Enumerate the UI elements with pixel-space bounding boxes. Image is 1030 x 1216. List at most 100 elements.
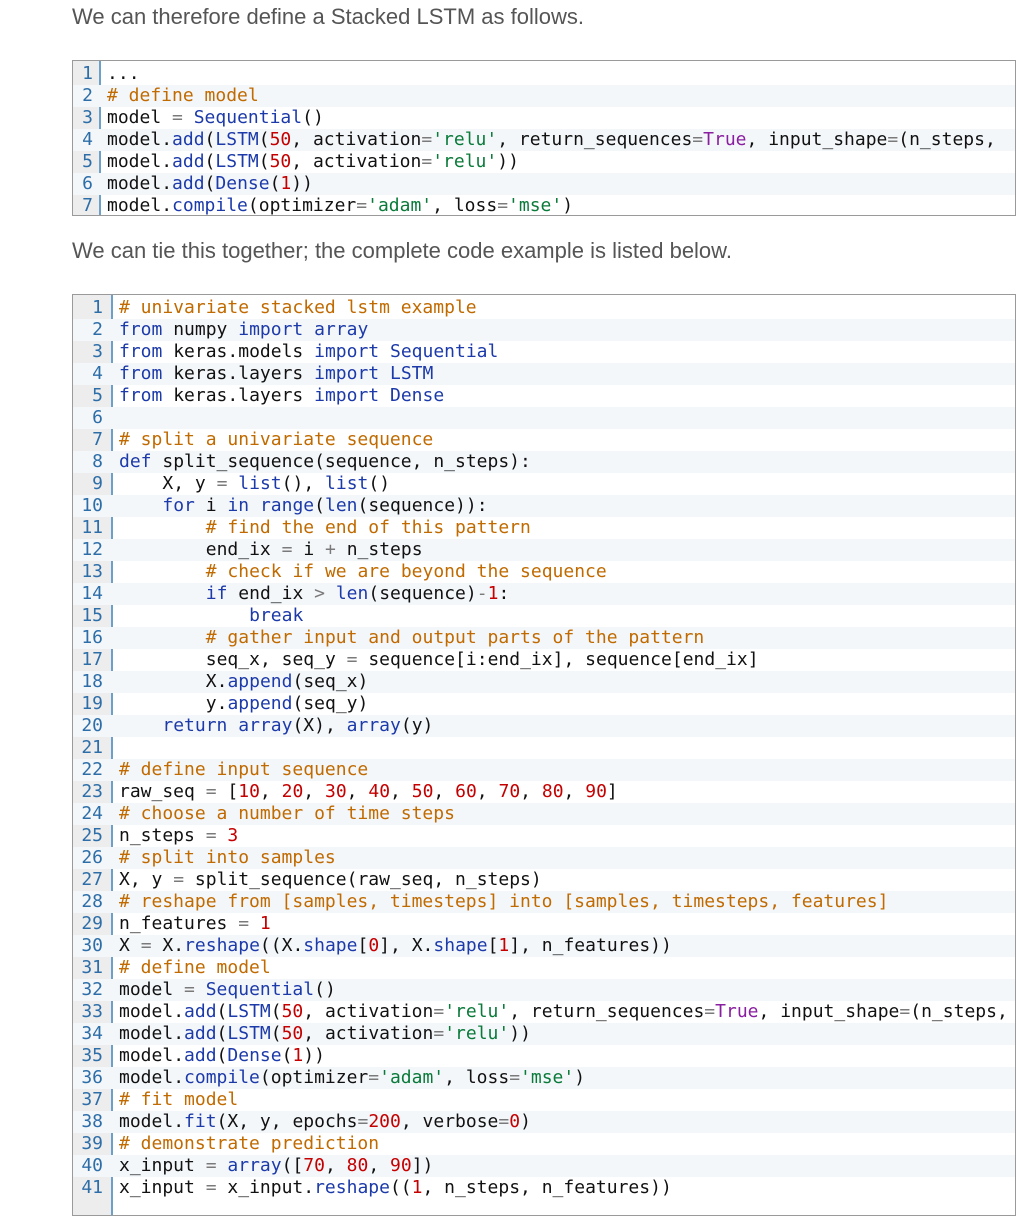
line-number: 12 — [81, 539, 103, 560]
code-line: 5 from keras.layers import Dense — [73, 385, 1015, 407]
line-number: 2 — [82, 85, 93, 106]
code-line: 3 from keras.models import Sequential — [73, 341, 1015, 363]
line-number: 37 — [81, 1089, 103, 1110]
code-line: 34 model.add(LSTM(50, activation='relu')) — [73, 1023, 1015, 1045]
line-number: 30 — [81, 935, 103, 956]
code-line: 38 model.fit(X, y, epochs=200, verbose=0) — [73, 1111, 1015, 1133]
line-number: 7 — [82, 195, 93, 216]
line-number: 18 — [81, 671, 103, 692]
code-text: # fit model — [119, 1089, 239, 1110]
line-number: 16 — [81, 627, 103, 648]
code-line: 32 model = Sequential() — [73, 979, 1015, 1001]
code-text: # find the end of this pattern — [205, 517, 531, 538]
code-line: 22 # define input sequence — [73, 759, 1015, 781]
code-text: # reshape from [samples, timesteps] into… — [119, 891, 889, 912]
code-text: # demonstrate prediction — [119, 1133, 380, 1154]
line-number: 21 — [81, 737, 103, 758]
code-line: 20 return array(X), array(y) — [73, 715, 1015, 737]
code-line: 5 model.add(LSTM(50, activation='relu')) — [73, 151, 1015, 173]
line-number: 26 — [81, 847, 103, 868]
code-text: X, y = list(), list() — [162, 473, 391, 494]
code-line: 36 model.compile(optimizer='adam', loss='… — [73, 1067, 1015, 1089]
code-text: model.add(LSTM(50, activation='relu')) — [107, 151, 519, 172]
code-line: 37 # fit model — [73, 1089, 1015, 1111]
code-text: end_ix = i + n_steps — [205, 539, 423, 560]
code-line: 10 for i in range(len(sequence)): — [73, 495, 1015, 517]
line-number: 3 — [92, 341, 103, 362]
code-text: # univariate stacked lstm example — [119, 297, 477, 318]
line-number: 34 — [81, 1023, 103, 1044]
code-text: y.append(seq_y) — [205, 693, 369, 714]
code-text: for i in range(len(sequence)): — [162, 495, 488, 516]
line-number: 14 — [81, 583, 103, 604]
code-text: seq_x, seq_y = sequence[i:end_ix], seque… — [205, 649, 759, 670]
code-text: raw_seq = [10, 20, 30, 40, 50, 60, 70, 8… — [119, 781, 618, 802]
code-text: # choose a number of time steps — [119, 803, 455, 824]
line-number: 27 — [81, 869, 103, 890]
line-number: 8 — [92, 451, 103, 472]
line-number: 1 — [82, 63, 93, 84]
line-number: 35 — [81, 1045, 103, 1066]
code-line: 13 # check if we are beyond the sequence — [73, 561, 1015, 583]
line-number: 33 — [81, 1001, 103, 1022]
line-number: 1 — [92, 297, 103, 318]
code-line: 19 y.append(seq_y) — [73, 693, 1015, 715]
code-line: 1 # univariate stacked lstm example — [73, 297, 1015, 319]
line-number: 15 — [81, 605, 103, 626]
code-line: 16 # gather input and output parts of th… — [73, 627, 1015, 649]
code-line: 4 from keras.layers import LSTM — [73, 363, 1015, 385]
line-number: 22 — [81, 759, 103, 780]
code-line: 27 X, y = split_sequence(raw_seq, n_steps… — [73, 869, 1015, 891]
line-number: 6 — [92, 407, 103, 428]
code-line: 12 end_ix = i + n_steps — [73, 539, 1015, 561]
line-number: 17 — [81, 649, 103, 670]
code-line: 24 # choose a number of time steps — [73, 803, 1015, 825]
line-number: 23 — [81, 781, 103, 802]
line-number: 4 — [92, 363, 103, 384]
code-text: model.add(LSTM(50, activation='relu', re… — [107, 129, 996, 150]
line-number: 29 — [81, 913, 103, 934]
code-text: if end_ix > len(sequence)-1: — [205, 583, 510, 604]
line-number: 20 — [81, 715, 103, 736]
line-number: 10 — [81, 495, 103, 516]
line-number: 38 — [81, 1111, 103, 1132]
code-line: 40 x_input = array([70, 80, 90]) — [73, 1155, 1015, 1177]
line-number: 6 — [82, 173, 93, 194]
code-text: x_input = x_input.reshape((1, n_steps, n… — [119, 1177, 672, 1198]
code-line: 25 n_steps = 3 — [73, 825, 1015, 847]
code-line: 11 # find the end of this pattern — [73, 517, 1015, 539]
code-line: 21 — [73, 737, 1015, 759]
code-text: from keras.layers import Dense — [119, 385, 445, 406]
code-line: 4 model.add(LSTM(50, activation='relu', r… — [73, 129, 1015, 151]
code-text: # define model — [107, 85, 259, 106]
code-text: ... — [107, 63, 140, 84]
line-number: 7 — [92, 429, 103, 450]
code-text: model.add(LSTM(50, activation='relu')) — [119, 1023, 531, 1044]
code-line: 6 — [73, 407, 1015, 429]
line-number: 40 — [81, 1155, 103, 1176]
line-number: 32 — [81, 979, 103, 1000]
code-text: model.compile(optimizer='adam', loss='ms… — [107, 195, 574, 216]
code-line: 7 # split a univariate sequence — [73, 429, 1015, 451]
code-line: 7 model.compile(optimizer='adam', loss='m… — [73, 195, 1015, 216]
code-text: model.compile(optimizer='adam', loss='ms… — [119, 1067, 586, 1088]
line-number: 19 — [81, 693, 103, 714]
code-line: 23 raw_seq = [10, 20, 30, 40, 50, 60, 70,… — [73, 781, 1015, 803]
code-text: model = Sequential() — [119, 979, 336, 1000]
line-number: 41 — [81, 1177, 103, 1198]
code-line: 18 X.append(seq_x) — [73, 671, 1015, 693]
code-text: def split_sequence(sequence, n_steps): — [119, 451, 531, 472]
code-line: 35 model.add(Dense(1)) — [73, 1045, 1015, 1067]
code-text: break — [249, 605, 304, 626]
line-number: 36 — [81, 1067, 103, 1088]
intro-paragraph: We can therefore define a Stacked LSTM a… — [72, 4, 584, 29]
code-text: # define input sequence — [119, 759, 369, 780]
code-line: 17 seq_x, seq_y = sequence[i:end_ix], se… — [73, 649, 1015, 671]
line-number: 9 — [92, 473, 103, 494]
line-number: 2 — [92, 319, 103, 340]
code-text: return array(X), array(y) — [162, 715, 434, 736]
code-line: 39 # demonstrate prediction — [73, 1133, 1015, 1155]
line-number: 28 — [81, 891, 103, 912]
code-text: model.add(Dense(1)) — [119, 1045, 325, 1066]
code-block-complete-example: 1 # univariate stacked lstm example 2 from … — [72, 294, 1016, 1216]
